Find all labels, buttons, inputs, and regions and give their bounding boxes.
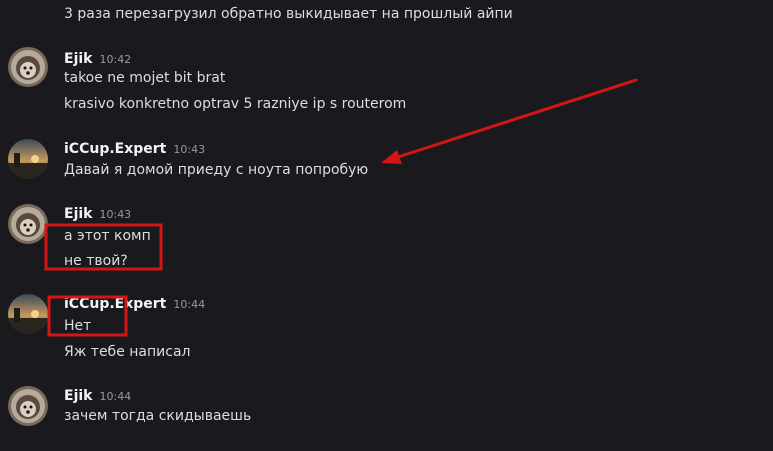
timestamp: 10:43 — [99, 208, 132, 221]
message-text: зачем тогда скидываешь — [64, 408, 252, 424]
message-text: takoe ne mojet bit brat — [64, 70, 226, 86]
author-name[interactable]: Ejik — [64, 388, 92, 404]
message-header: iCCup.Expert 10:43 — [64, 138, 205, 158]
message-text: Яж тебе написал — [64, 344, 191, 360]
author-name[interactable]: Ejik — [64, 51, 92, 67]
hedgehog-avatar-icon[interactable] — [8, 386, 48, 426]
hedgehog-avatar-icon[interactable] — [8, 47, 48, 87]
message-header: Ejik 10:44 — [64, 385, 131, 405]
timestamp: 10:42 — [99, 53, 132, 66]
timestamp: 10:43 — [173, 143, 206, 156]
sunset-avatar-icon[interactable] — [8, 139, 48, 179]
timestamp: 10:44 — [173, 298, 206, 311]
timestamp: 10:44 — [99, 390, 132, 403]
hedgehog-avatar-icon[interactable] — [8, 204, 48, 244]
author-name[interactable]: iCCup.Expert — [64, 296, 166, 312]
message-text: Давай я домой приеду с ноута попробую — [64, 162, 369, 178]
message-text: Нет — [64, 318, 92, 334]
author-name[interactable]: Ejik — [64, 206, 92, 222]
chat-message-list: 3 раза перезагрузил обратно выкидывает н… — [0, 0, 773, 451]
message-text: 3 раза перезагрузил обратно выкидывает н… — [64, 6, 513, 22]
message-header: iCCup.Expert 10:44 — [64, 293, 205, 313]
sunset-avatar-icon[interactable] — [8, 294, 48, 334]
message-text: а этот комп — [64, 228, 151, 244]
message-header: Ejik 10:43 — [64, 203, 131, 223]
message-text: не твой? — [64, 253, 128, 269]
author-name[interactable]: iCCup.Expert — [64, 141, 166, 157]
message-header: Ejik 10:42 — [64, 48, 131, 68]
message-text: krasivo konkretno optrav 5 razniye ip s … — [64, 96, 407, 112]
